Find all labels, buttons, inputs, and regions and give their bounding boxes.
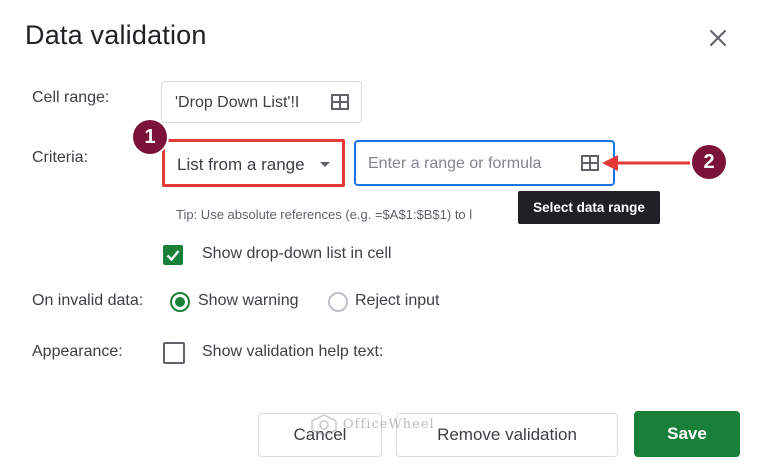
show-warning-radio[interactable] [170,292,190,312]
reject-input-label[interactable]: Reject input [355,292,440,310]
close-icon[interactable] [707,27,729,49]
show-warning-label[interactable]: Show warning [198,292,299,310]
cell-range-label: Cell range: [32,89,110,106]
cell-range-value: 'Drop Down List'!I [175,94,300,111]
help-text-checkbox[interactable] [163,342,185,364]
chevron-down-icon [320,162,330,167]
cancel-button[interactable]: Cancel [258,413,382,457]
remove-validation-button[interactable]: Remove validation [396,413,618,457]
checkmark-icon [166,250,180,262]
select-data-range-tooltip: Select data range [518,191,660,224]
dialog-title: Data validation [25,20,207,50]
criteria-label: Criteria: [32,149,89,166]
grid-select-icon[interactable] [581,155,599,171]
help-text-label[interactable]: Show validation help text: [202,343,383,361]
show-dropdown-label[interactable]: Show drop-down list in cell [202,245,391,263]
criteria-type-dropdown[interactable]: List from a range [162,139,345,187]
criteria-type-value: List from a range [177,155,305,174]
range-formula-input-box [354,140,615,186]
save-button[interactable]: Save [634,411,740,457]
data-validation-dialog: Data validation Cell range: 'Drop Down L… [0,0,767,470]
annotation-arrow [602,155,696,171]
appearance-label: Appearance: [32,343,123,360]
range-formula-input[interactable] [366,150,575,178]
tip-text: Tip: Use absolute references (e.g. =$A$1… [176,207,473,222]
cell-range-input[interactable]: 'Drop Down List'!I [161,81,362,123]
show-dropdown-checkbox[interactable] [163,245,183,265]
invalid-data-label: On invalid data: [32,292,144,309]
annotation-marker-1: 1 [133,120,167,154]
reject-input-radio[interactable] [328,292,348,312]
grid-select-icon[interactable] [331,94,349,110]
annotation-marker-2: 2 [692,145,726,179]
